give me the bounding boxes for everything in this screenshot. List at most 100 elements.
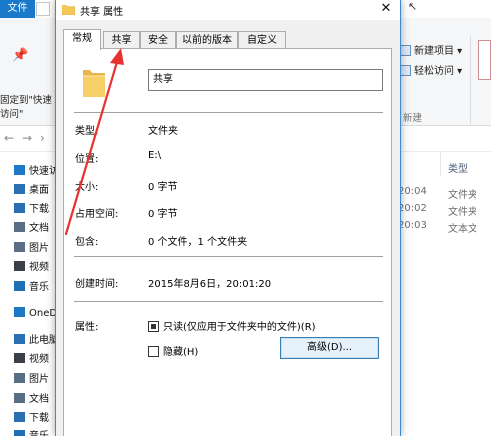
location-value: E:\	[148, 150, 162, 161]
tree-item[interactable]: 此电脑	[14, 332, 59, 350]
attributes-label: 属性:	[75, 322, 99, 333]
tab-customize[interactable]: 自定义	[238, 31, 286, 49]
pin-quick-access-button[interactable]: 📌 固定到"快速访问"	[0, 22, 52, 120]
video-icon	[14, 261, 25, 271]
column-header-type[interactable]: 类型	[448, 160, 468, 175]
ribbon-group-new: 新建	[403, 113, 423, 124]
location-label: 位置:	[75, 154, 99, 165]
check-icon[interactable]	[36, 2, 50, 16]
desktop-icon	[14, 184, 25, 194]
divider	[74, 301, 383, 302]
file-tab[interactable]: 文件	[0, 0, 35, 18]
contains-value: 0 个文件，1 个文件夹	[148, 237, 248, 248]
tree-item-label: 图片	[29, 374, 49, 385]
size-on-disk-label: 占用空间:	[75, 209, 119, 220]
video-icon	[14, 353, 25, 363]
pin-label: 固定到"快速访问"	[0, 95, 52, 120]
hidden-label: 隐藏(H)	[163, 347, 199, 358]
tree-item[interactable]: 图片	[14, 371, 49, 389]
tree-item[interactable]: 文档	[14, 220, 49, 238]
tree-item-label: 视频	[29, 262, 49, 273]
readonly-label: 只读(仅应用于文件夹中的文件)(R)	[163, 322, 316, 333]
download-icon	[14, 203, 25, 213]
tree-item-label: 视频	[29, 354, 49, 365]
tree-item[interactable]: 音乐	[14, 428, 49, 436]
tree-item-label: 音乐	[29, 282, 49, 293]
computer-icon	[14, 334, 25, 344]
document-icon	[14, 393, 25, 403]
easy-access-icon	[400, 65, 411, 76]
file-row-type[interactable]: 文件夹	[448, 203, 478, 218]
tree-item-label: 桌面	[29, 185, 49, 196]
tree-item-label: 文档	[29, 394, 49, 405]
tree-item[interactable]: 下载	[14, 410, 49, 428]
tree-item[interactable]: OneD	[14, 305, 57, 323]
tree-item-label: 文档	[29, 223, 49, 234]
back-arrow-icon[interactable]: ←	[4, 131, 14, 145]
type-label: 类型:	[75, 126, 99, 137]
size-on-disk-value: 0 字节	[148, 209, 178, 220]
tab-sharing[interactable]: 共享	[103, 31, 140, 49]
file-row-time[interactable]: 20:03	[398, 220, 427, 231]
general-panel: 共享 类型: 文件夹 位置: E:\ 大小: 0 字节 占用空间: 0 字节 包…	[63, 48, 392, 436]
tree-item[interactable]: 音乐	[14, 279, 49, 297]
explorer-titlebar-right: ↖	[408, 0, 491, 18]
folder-icon	[62, 5, 75, 15]
advanced-button[interactable]: 高级(D)...	[280, 337, 379, 359]
music-icon	[14, 430, 25, 436]
hidden-checkbox-box[interactable]	[148, 346, 159, 357]
created-label: 创建时间:	[75, 279, 119, 290]
tree-item[interactable]: 图片	[14, 240, 49, 258]
tree-item-label: 图片	[29, 243, 49, 254]
tree-item[interactable]: 下载	[14, 201, 49, 219]
created-value: 2015年8月6日，20:01:20	[148, 279, 272, 290]
tree-item[interactable]: 视频	[14, 259, 49, 277]
file-row-type[interactable]: 文件夹	[448, 186, 478, 201]
cloud-icon	[14, 307, 25, 317]
hidden-checkbox[interactable]: 隐藏(H)	[148, 343, 198, 358]
picture-icon	[14, 242, 25, 252]
properties-dialog: 共享 属性 ✕ 常规 共享 安全 以前的版本 自定义 共享 类型: 文件夹 位置…	[55, 0, 401, 436]
ribbon-item-icon[interactable]	[478, 40, 491, 80]
readonly-checkbox[interactable]: 只读(仅应用于文件夹中的文件)(R)	[148, 318, 316, 333]
type-value: 文件夹	[148, 126, 178, 137]
tab-general[interactable]: 常规	[63, 29, 101, 50]
column-divider	[440, 152, 441, 176]
folder-name-input[interactable]: 共享	[148, 69, 383, 91]
tree-item-label: 音乐	[29, 431, 49, 436]
easy-access-button[interactable]: 轻松访问 ▾	[400, 62, 462, 77]
dialog-title: 共享 属性	[80, 7, 124, 18]
file-row-time[interactable]: 20:04	[398, 186, 427, 197]
dialog-titlebar[interactable]: 共享 属性 ✕	[56, 0, 400, 20]
divider	[74, 112, 383, 113]
picture-icon	[14, 373, 25, 383]
tree-item[interactable]: 快速访	[14, 163, 59, 181]
tab-previous-versions[interactable]: 以前的版本	[176, 31, 238, 49]
new-item-button[interactable]: 新建项目 ▾	[400, 42, 462, 57]
tree-item[interactable]: 视频	[14, 351, 49, 369]
divider	[74, 256, 383, 257]
file-row-time[interactable]: 20:02	[398, 203, 427, 214]
pin-icon: 📌	[12, 48, 29, 63]
contains-label: 包含:	[75, 237, 99, 248]
cursor-icon: ↖	[408, 0, 418, 13]
tree-item-label: 下载	[29, 204, 49, 215]
star-icon	[14, 165, 25, 175]
expand-arrow-icon[interactable]: ›	[40, 131, 45, 145]
download-icon	[14, 412, 25, 422]
tab-security[interactable]: 安全	[140, 31, 176, 49]
tree-item[interactable]: 桌面	[14, 182, 49, 200]
size-value: 0 字节	[148, 182, 178, 193]
tree-item-label: 下载	[29, 413, 49, 424]
tree-item-label: OneD	[29, 308, 58, 319]
ribbon-divider	[470, 36, 471, 124]
music-icon	[14, 281, 25, 291]
new-item-icon	[400, 45, 411, 56]
tree-item[interactable]: 文档	[14, 391, 49, 409]
forward-arrow-icon[interactable]: →	[22, 131, 32, 145]
file-list-scrollbar[interactable]	[476, 168, 491, 436]
document-icon	[14, 222, 25, 232]
close-button[interactable]: ✕	[372, 0, 400, 20]
folder-large-icon	[83, 70, 105, 97]
readonly-checkbox-box[interactable]	[148, 321, 159, 332]
